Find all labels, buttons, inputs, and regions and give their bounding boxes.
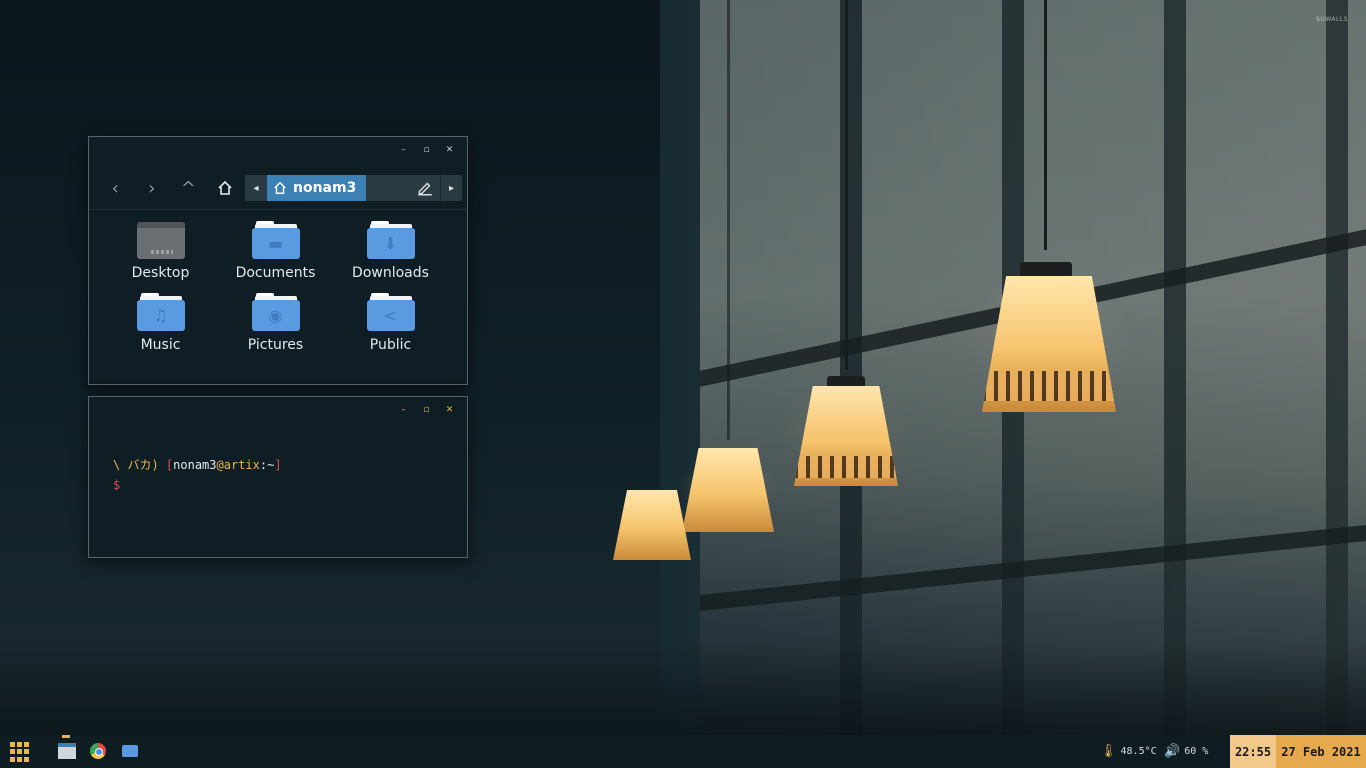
- files-task-icon[interactable]: [122, 745, 138, 757]
- back-button[interactable]: ‹: [97, 174, 134, 202]
- terminal-output[interactable]: \ バカ) [nonam3@artix:~] $: [113, 455, 282, 495]
- close-button[interactable]: ✕: [444, 405, 455, 416]
- window-controls: – ▫ ✕: [398, 145, 455, 156]
- file-manager-toolbar: ‹ › ^ ◂ nonam3 ▸: [97, 174, 463, 202]
- desktop-folder-icon: [136, 221, 185, 259]
- prompt-host: artix: [223, 458, 260, 472]
- speaker-icon: 🔊: [1164, 744, 1181, 759]
- prompt-input-line: $: [113, 475, 282, 495]
- file-grid: Desktop ▬ Documents ⬇ Downloads ♫ Music: [103, 221, 453, 353]
- terminal-window[interactable]: – ▫ ✕ \ バカ) [nonam3@artix:~] $: [88, 396, 468, 558]
- pictures-folder-icon: ◉: [251, 293, 300, 331]
- prompt-prefix: \ バカ): [113, 458, 159, 472]
- lamp-wire: [727, 0, 730, 440]
- prompt-symbol: $: [113, 478, 121, 492]
- prompt-user: nonam3: [173, 458, 217, 472]
- file-manager-window[interactable]: – ▫ ✕ ‹ › ^ ◂ nonam3 ▸ Desktop ▬ Documen…: [88, 136, 468, 385]
- home-icon: [274, 181, 286, 194]
- wallpaper-floor: [0, 640, 1366, 735]
- wallpaper-watermark: SUWALLS: [1316, 16, 1348, 23]
- download-folder-icon: ⬇: [366, 221, 415, 259]
- taskbar: 🌡 48.5°C 🔊 60 % 22:55 27 Feb 2021: [0, 735, 1366, 768]
- chrome-task-icon[interactable]: [90, 743, 106, 759]
- file-item-pictures[interactable]: ◉ Pictures: [218, 293, 333, 353]
- lamp-wire: [845, 0, 848, 370]
- document-folder-icon: ▬: [251, 221, 300, 259]
- file-item-documents[interactable]: ▬ Documents: [218, 221, 333, 281]
- file-label: Music: [140, 337, 181, 353]
- prompt-line: \ バカ) [nonam3@artix:~]: [113, 455, 282, 475]
- prompt-at: @: [216, 458, 224, 472]
- thermometer-icon: 🌡: [1100, 744, 1117, 759]
- music-folder-icon: ♫: [136, 293, 185, 331]
- lamp-wire: [1044, 0, 1047, 250]
- up-button[interactable]: ^: [170, 174, 207, 202]
- lamp-cap: [1020, 262, 1072, 278]
- path-scroll-left-button[interactable]: ◂: [245, 175, 267, 201]
- edit-path-icon[interactable]: [416, 179, 434, 197]
- date[interactable]: 27 Feb 2021: [1276, 735, 1366, 768]
- app-menu-button[interactable]: [10, 742, 30, 762]
- file-item-music[interactable]: ♫ Music: [103, 293, 218, 353]
- file-label: Public: [369, 337, 412, 353]
- file-label: Downloads: [352, 265, 429, 281]
- file-item-desktop[interactable]: Desktop: [103, 221, 218, 281]
- path-crumb-label: nonam3: [293, 180, 357, 196]
- toolbar-divider: [89, 209, 467, 210]
- forward-button[interactable]: ›: [134, 174, 171, 202]
- file-label: Desktop: [131, 265, 190, 281]
- temperature-indicator[interactable]: 🌡 48.5°C: [1100, 735, 1157, 768]
- maximize-button[interactable]: ▫: [421, 145, 432, 156]
- terminal-task-icon[interactable]: [58, 743, 76, 759]
- window-controls: – ▫ ✕: [398, 405, 455, 416]
- file-item-public[interactable]: < Public: [333, 293, 448, 353]
- close-button[interactable]: ✕: [444, 145, 455, 156]
- clock[interactable]: 22:55: [1230, 735, 1276, 768]
- minimize-button[interactable]: –: [398, 405, 409, 416]
- share-folder-icon: <: [366, 293, 415, 331]
- minimize-button[interactable]: –: [398, 145, 409, 156]
- volume-indicator[interactable]: 🔊 60 %: [1164, 735, 1208, 768]
- path-crumb-home[interactable]: nonam3: [267, 175, 367, 201]
- prompt-close-bracket: ]: [274, 458, 282, 472]
- path-scroll-right-button[interactable]: ▸: [440, 175, 462, 201]
- file-label: Pictures: [247, 337, 304, 353]
- file-item-downloads[interactable]: ⬇ Downloads: [333, 221, 448, 281]
- home-button[interactable]: [207, 174, 244, 202]
- path-bar[interactable]: ◂ nonam3 ▸: [245, 175, 463, 201]
- temperature-value: 48.5°C: [1120, 746, 1157, 757]
- volume-value: 60 %: [1184, 746, 1209, 757]
- maximize-button[interactable]: ▫: [421, 405, 432, 416]
- file-label: Documents: [235, 265, 316, 281]
- prompt-path: :~: [259, 458, 275, 472]
- active-window-indicator: [62, 735, 70, 738]
- home-icon: [218, 180, 232, 195]
